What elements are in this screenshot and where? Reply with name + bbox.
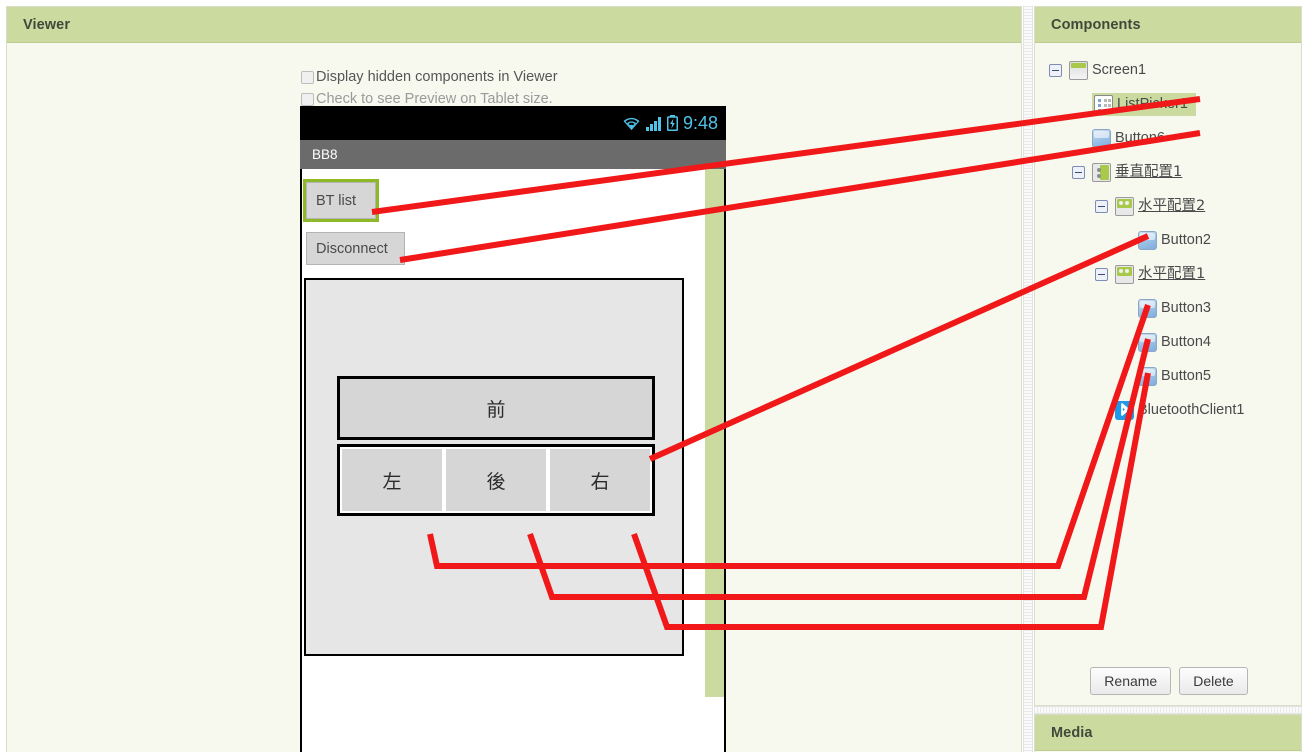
tree-item-BluetoothClient1[interactable]: BluetoothClient1 xyxy=(1035,393,1302,427)
viewer-panel-header: Viewer xyxy=(7,7,1021,43)
tree-item-label: 水平配置2 xyxy=(1138,197,1206,214)
button-icon xyxy=(1138,230,1157,250)
tree-item-ListPicker1[interactable]: ListPicker1 xyxy=(1035,87,1302,121)
horizontal-arrangement-1[interactable]: 左 後 右 xyxy=(337,444,655,516)
vertical-arrangement-1[interactable]: 前 左 後 右 xyxy=(304,278,684,656)
signal-icon xyxy=(645,116,662,131)
tree-item-Button2[interactable]: Button2 xyxy=(1035,223,1302,257)
tree-item-Button4[interactable]: Button4 xyxy=(1035,325,1302,359)
tree-item-content: 水平配置1 xyxy=(1115,263,1205,286)
battery-charging-icon xyxy=(666,115,678,131)
phone-app-title: BB8 xyxy=(312,147,338,162)
tree-item-content: BluetoothClient1 xyxy=(1115,399,1244,422)
status-bar-clock: 9:48 xyxy=(682,112,718,133)
wifi-icon xyxy=(622,116,641,131)
horizontal-arrangement-2[interactable]: 前 xyxy=(337,376,655,440)
collapse-toggle-icon[interactable] xyxy=(1095,199,1108,213)
button-icon xyxy=(1138,298,1157,318)
tree-item-label: Button2 xyxy=(1161,231,1211,248)
phone-status-bar: 9:48 xyxy=(300,106,726,140)
component-tree: Screen1 ListPicker1 Button6 垂直配置1 水平配置2 Butto… xyxy=(1035,53,1302,427)
tree-item-content: 垂直配置1 xyxy=(1092,161,1182,184)
vertical-arrangement-icon xyxy=(1092,162,1111,182)
button6-disconnect-button[interactable]: Disconnect xyxy=(306,232,405,265)
tree-item-label: ListPicker1 xyxy=(1117,95,1188,112)
viewer-title: Viewer xyxy=(23,16,71,33)
tree-item-content: Button6 xyxy=(1092,127,1165,150)
horizontal-arrangement-icon xyxy=(1115,196,1134,216)
components-panel-header: Components xyxy=(1035,7,1301,43)
option-display-hidden-components[interactable]: Display hidden components in Viewer xyxy=(301,68,558,87)
button-icon xyxy=(1138,332,1157,352)
viewer-vertical-scrollbar[interactable] xyxy=(705,169,724,697)
tree-item-水平配置1[interactable]: 水平配置1 xyxy=(1035,257,1302,291)
disconnect-label: Disconnect xyxy=(316,240,388,257)
button2-forward[interactable]: 前 xyxy=(342,381,650,435)
media-panel-header: Media xyxy=(1035,715,1301,751)
tablet-preview-checkbox[interactable] xyxy=(301,93,314,106)
tree-item-label: Button3 xyxy=(1161,299,1211,316)
bt-list-label: BT list xyxy=(316,192,357,209)
phone-app-title-bar: BB8 xyxy=(300,140,726,169)
tree-item-content: Button4 xyxy=(1138,331,1211,354)
display-hidden-components-checkbox[interactable] xyxy=(301,71,314,84)
display-hidden-components-label: Display hidden components in Viewer xyxy=(316,69,558,85)
collapse-toggle-icon[interactable] xyxy=(1072,165,1085,179)
listpicker1-bt-list-button[interactable]: BT list xyxy=(303,179,379,222)
tree-item-content: Button5 xyxy=(1138,365,1211,388)
panel-splitter-vertical[interactable] xyxy=(1023,6,1033,752)
panel-splitter-horizontal[interactable] xyxy=(1034,706,1302,714)
screen-icon xyxy=(1069,60,1088,80)
media-panel: Media xyxy=(1034,714,1302,752)
tree-item-Button5[interactable]: Button5 xyxy=(1035,359,1302,393)
components-title: Components xyxy=(1051,16,1141,33)
tree-item-label: 水平配置1 xyxy=(1138,265,1206,282)
button-icon xyxy=(1138,366,1157,386)
tree-item-content: ListPicker1 xyxy=(1092,92,1196,116)
button4-back[interactable]: 後 xyxy=(446,449,546,511)
phone-screen: BT list Disconnect 前 左 後 右 xyxy=(300,169,726,752)
collapse-toggle-icon[interactable] xyxy=(1049,63,1062,77)
media-title: Media xyxy=(1051,724,1093,741)
components-body: Screen1 ListPicker1 Button6 垂直配置1 水平配置2 Butto… xyxy=(1035,43,1301,705)
tree-item-label: Button5 xyxy=(1161,367,1211,384)
bluetooth-icon xyxy=(1115,400,1134,420)
button-icon xyxy=(1092,128,1111,148)
tree-item-content: Screen1 xyxy=(1069,59,1146,82)
tree-item-content: Button3 xyxy=(1138,297,1211,320)
button5-right[interactable]: 右 xyxy=(550,449,650,511)
tree-item-Button6[interactable]: Button6 xyxy=(1035,121,1302,155)
listpicker-icon xyxy=(1094,94,1113,114)
tree-item-content: 水平配置2 xyxy=(1115,195,1205,218)
tree-item-label: 垂直配置1 xyxy=(1115,163,1183,180)
delete-button[interactable]: Delete xyxy=(1179,667,1248,695)
collapse-toggle-icon[interactable] xyxy=(1095,267,1108,281)
tree-item-content: Button2 xyxy=(1138,229,1211,252)
component-tree-actions: Rename Delete xyxy=(1035,667,1302,695)
tree-item-label: BluetoothClient1 xyxy=(1138,401,1245,418)
rename-button[interactable]: Rename xyxy=(1090,667,1172,695)
horizontal-arrangement-icon xyxy=(1115,264,1134,284)
tree-item-水平配置2[interactable]: 水平配置2 xyxy=(1035,189,1302,223)
tree-item-label: Button4 xyxy=(1161,333,1211,350)
tree-item-垂直配置1[interactable]: 垂直配置1 xyxy=(1035,155,1302,189)
components-panel: Components Screen1 ListPicker1 Button6 垂直配置… xyxy=(1034,6,1302,706)
tree-item-label: Button6 xyxy=(1115,129,1165,146)
tree-item-Screen1[interactable]: Screen1 xyxy=(1035,53,1302,87)
phone-preview: 9:48 BB8 BT list Disconnect 前 左 後 右 xyxy=(300,106,726,752)
tree-item-Button3[interactable]: Button3 xyxy=(1035,291,1302,325)
button3-left[interactable]: 左 xyxy=(342,449,442,511)
tree-item-label: Screen1 xyxy=(1092,61,1147,78)
app-root: Viewer Display hidden components in View… xyxy=(0,0,1302,752)
